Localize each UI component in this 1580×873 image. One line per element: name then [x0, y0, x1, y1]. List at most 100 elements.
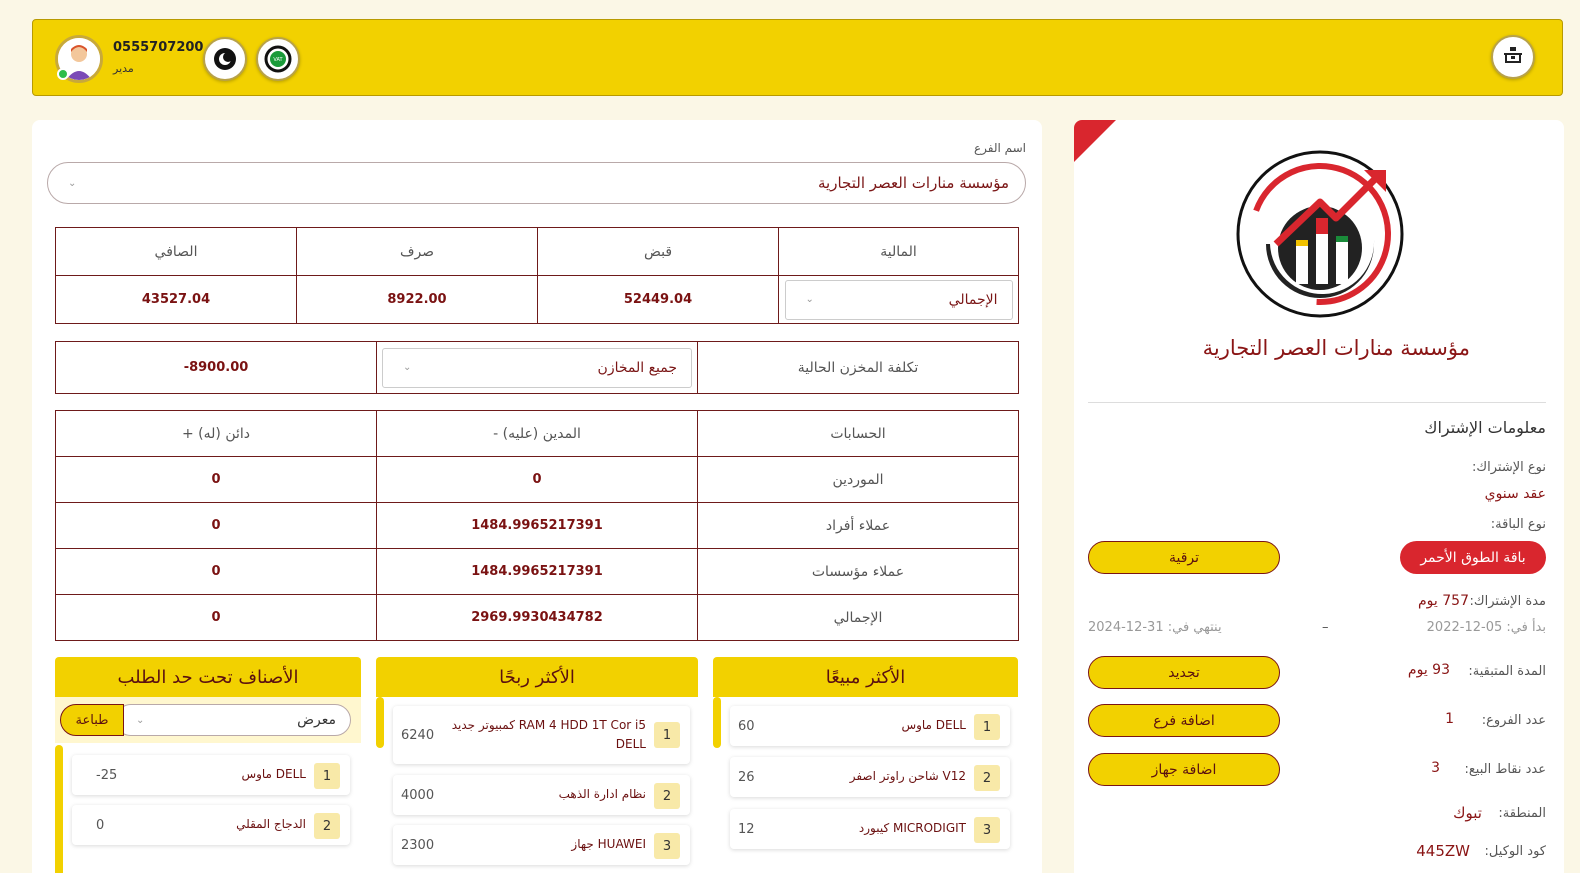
- duration-label: مدة الإشتراك:: [1469, 594, 1546, 609]
- item-name: كمبيوتر جديد RAM 4 HDD 1T Cor i5 DELL: [451, 717, 646, 751]
- most-profitable-list: الأكثر ربحًا 1 كمبيوتر جديد RAM 4 HDD 1T…: [376, 657, 698, 873]
- end-date: ينتهي في: 31-12-2024: [1088, 620, 1222, 635]
- finance-table: الصافي صرف قبض المالية 43527.04 8922.00 …: [55, 227, 1019, 324]
- scrollbar[interactable]: [713, 697, 721, 748]
- branch-label: اسم الفرع: [973, 141, 1026, 155]
- item-name: الدجاج المقلي: [236, 817, 306, 832]
- add-branch-button[interactable]: اضافة فرع: [1088, 704, 1280, 737]
- warehouse-select[interactable]: ⌄ جميع المخازن: [382, 347, 692, 388]
- best-selling-list: الأكثر مبيعًا 1 ماوس DELL 60 2 شاحن راوت…: [713, 657, 1018, 873]
- user-phone: 0555707200: [113, 40, 204, 55]
- item-rank: 3: [974, 817, 1000, 843]
- corner-ribbon: [1074, 120, 1116, 162]
- upgrade-button[interactable]: ترقية: [1088, 541, 1280, 574]
- chevron-down-icon: ⌄: [805, 294, 814, 305]
- finance-period-cell: ⌄ الإجمالي: [778, 275, 1019, 324]
- warehouse-select-value: جميع المخازن: [597, 359, 677, 376]
- divider: [1088, 402, 1546, 403]
- item-rank: 1: [974, 714, 1000, 740]
- branch-select-value: مؤسسة منارات العصر التجارية: [818, 174, 1009, 192]
- item-name: شاحن راوتر اصفر V12: [849, 769, 966, 784]
- branch-select[interactable]: ⌄ مؤسسة منارات العصر التجارية: [47, 162, 1026, 204]
- item-rank: 2: [974, 765, 1000, 791]
- add-device-button[interactable]: اضافة جهاز: [1088, 753, 1280, 786]
- account-credit: 0: [55, 502, 377, 549]
- svg-text:VAT: VAT: [273, 57, 283, 63]
- duration-value: 757 يوم: [1418, 593, 1469, 609]
- account-name: الإجمالي: [697, 594, 1019, 641]
- subscription-card: مؤسسة منارات العصر التجارية معلومات الإش…: [1074, 120, 1564, 873]
- item-value: -25: [96, 767, 118, 783]
- list-item[interactable]: 2 نظام ادارة الذهب 4000: [393, 775, 690, 815]
- chevron-down-icon: ⌄: [136, 714, 145, 726]
- drawer-icon[interactable]: [1491, 35, 1535, 79]
- scrollbar[interactable]: [376, 697, 384, 748]
- below-reorder-list: الأصناف تحت حد الطلب ⌄ معرض طباعة 1 ماوس…: [55, 657, 361, 873]
- table-row: 0 1484.9965217391 عملاء أفراد: [55, 502, 1019, 549]
- item-value: 2300: [401, 837, 435, 853]
- agent-code-label: كود الوكيل:: [1484, 844, 1546, 859]
- account-credit: 0: [55, 594, 377, 641]
- showroom-select-value: معرض: [297, 712, 336, 728]
- chevron-down-icon: ⌄: [403, 362, 412, 373]
- branches-value: 1: [1445, 711, 1454, 727]
- account-debit: 1484.9965217391: [376, 548, 698, 595]
- account-debit: 2969.9930434782: [376, 594, 698, 641]
- inventory-table: -8900.00 ⌄ جميع المخازن تكلفة المخزن الح…: [55, 341, 1019, 394]
- item-rank: 2: [314, 813, 340, 839]
- account-debit: 1484.9965217391: [376, 502, 698, 549]
- user-role: مدير: [113, 62, 134, 75]
- renew-button[interactable]: تجديد: [1088, 656, 1280, 689]
- table-row: 0 2969.9930434782 الإجمالي: [55, 594, 1019, 641]
- finance-period-select[interactable]: ⌄ الإجمالي: [784, 279, 1013, 320]
- account-debit: 0: [376, 456, 698, 503]
- scrollbar[interactable]: [55, 745, 63, 873]
- item-name: كيبورد MICRODIGIT: [858, 821, 966, 836]
- item-rank: 3: [654, 833, 680, 859]
- print-button[interactable]: طباعة: [60, 704, 124, 736]
- company-logo: [1226, 144, 1414, 324]
- item-rank: 1: [654, 722, 680, 748]
- account-name: عملاء أفراد: [697, 502, 1019, 549]
- pos-count-label: عدد نقاط البيع:: [1464, 762, 1546, 777]
- list-item[interactable]: 2 الدجاج المقلي 0: [72, 805, 350, 845]
- package-type-label: نوع الباقة:: [1490, 517, 1546, 532]
- package-badge: باقة الطوق الأحمر: [1400, 541, 1546, 574]
- subscription-type-label: نوع الإشتراك:: [1472, 460, 1546, 475]
- accounts-header-accounts: الحسابات: [697, 410, 1019, 457]
- online-status-dot: [57, 68, 69, 80]
- item-value: 60: [738, 718, 755, 734]
- list-item[interactable]: 1 ماوس DELL 60: [730, 706, 1010, 746]
- most-profitable-title: الأكثر ربحًا: [376, 657, 698, 697]
- list-item[interactable]: 1 ماوس DELL -25: [72, 755, 350, 795]
- accounts-header-debit: - المدين (عليه): [376, 410, 698, 457]
- item-rank: 2: [654, 783, 680, 809]
- below-reorder-title: الأصناف تحت حد الطلب: [55, 657, 361, 697]
- list-item[interactable]: 3 كيبورد MICRODIGIT 12: [730, 809, 1010, 849]
- subscription-type-value: عقد سنوي: [1484, 486, 1546, 502]
- account-name: الموردين: [697, 456, 1019, 503]
- chevron-down-icon: ⌄: [68, 177, 77, 189]
- moon-icon[interactable]: [203, 37, 247, 81]
- item-name: نظام ادارة الذهب: [558, 787, 646, 802]
- accounts-header-credit: + دائن (له): [55, 410, 377, 457]
- region-value: تبوك: [1453, 804, 1482, 822]
- item-name: ماوس DELL: [901, 718, 966, 733]
- item-value: 6240: [401, 727, 435, 743]
- finance-expenses-value: 8922.00: [296, 275, 538, 324]
- list-item[interactable]: 2 شاحن راوتر اصفر V12 26: [730, 757, 1010, 797]
- vat-icon[interactable]: VAT: [256, 37, 300, 81]
- finance-header-net: الصافي: [55, 227, 297, 276]
- item-value: 4000: [401, 787, 435, 803]
- item-value: 0: [96, 817, 105, 833]
- remaining-value: 93 يوم: [1407, 662, 1450, 678]
- item-value: 12: [738, 821, 755, 837]
- finance-receipts-value: 52449.04: [537, 275, 779, 324]
- table-row: + دائن (له) - المدين (عليه) الحسابات: [55, 410, 1019, 457]
- list-item[interactable]: 1 كمبيوتر جديد RAM 4 HDD 1T Cor i5 DELL …: [393, 706, 690, 764]
- table-row: 0 1484.9965217391 عملاء مؤسسات: [55, 548, 1019, 595]
- date-separator: –: [1322, 620, 1329, 635]
- showroom-select[interactable]: ⌄ معرض: [115, 704, 351, 736]
- list-item[interactable]: 3 جهاز HUAWEI 2300: [393, 825, 690, 865]
- finance-net-value: 43527.04: [55, 275, 297, 324]
